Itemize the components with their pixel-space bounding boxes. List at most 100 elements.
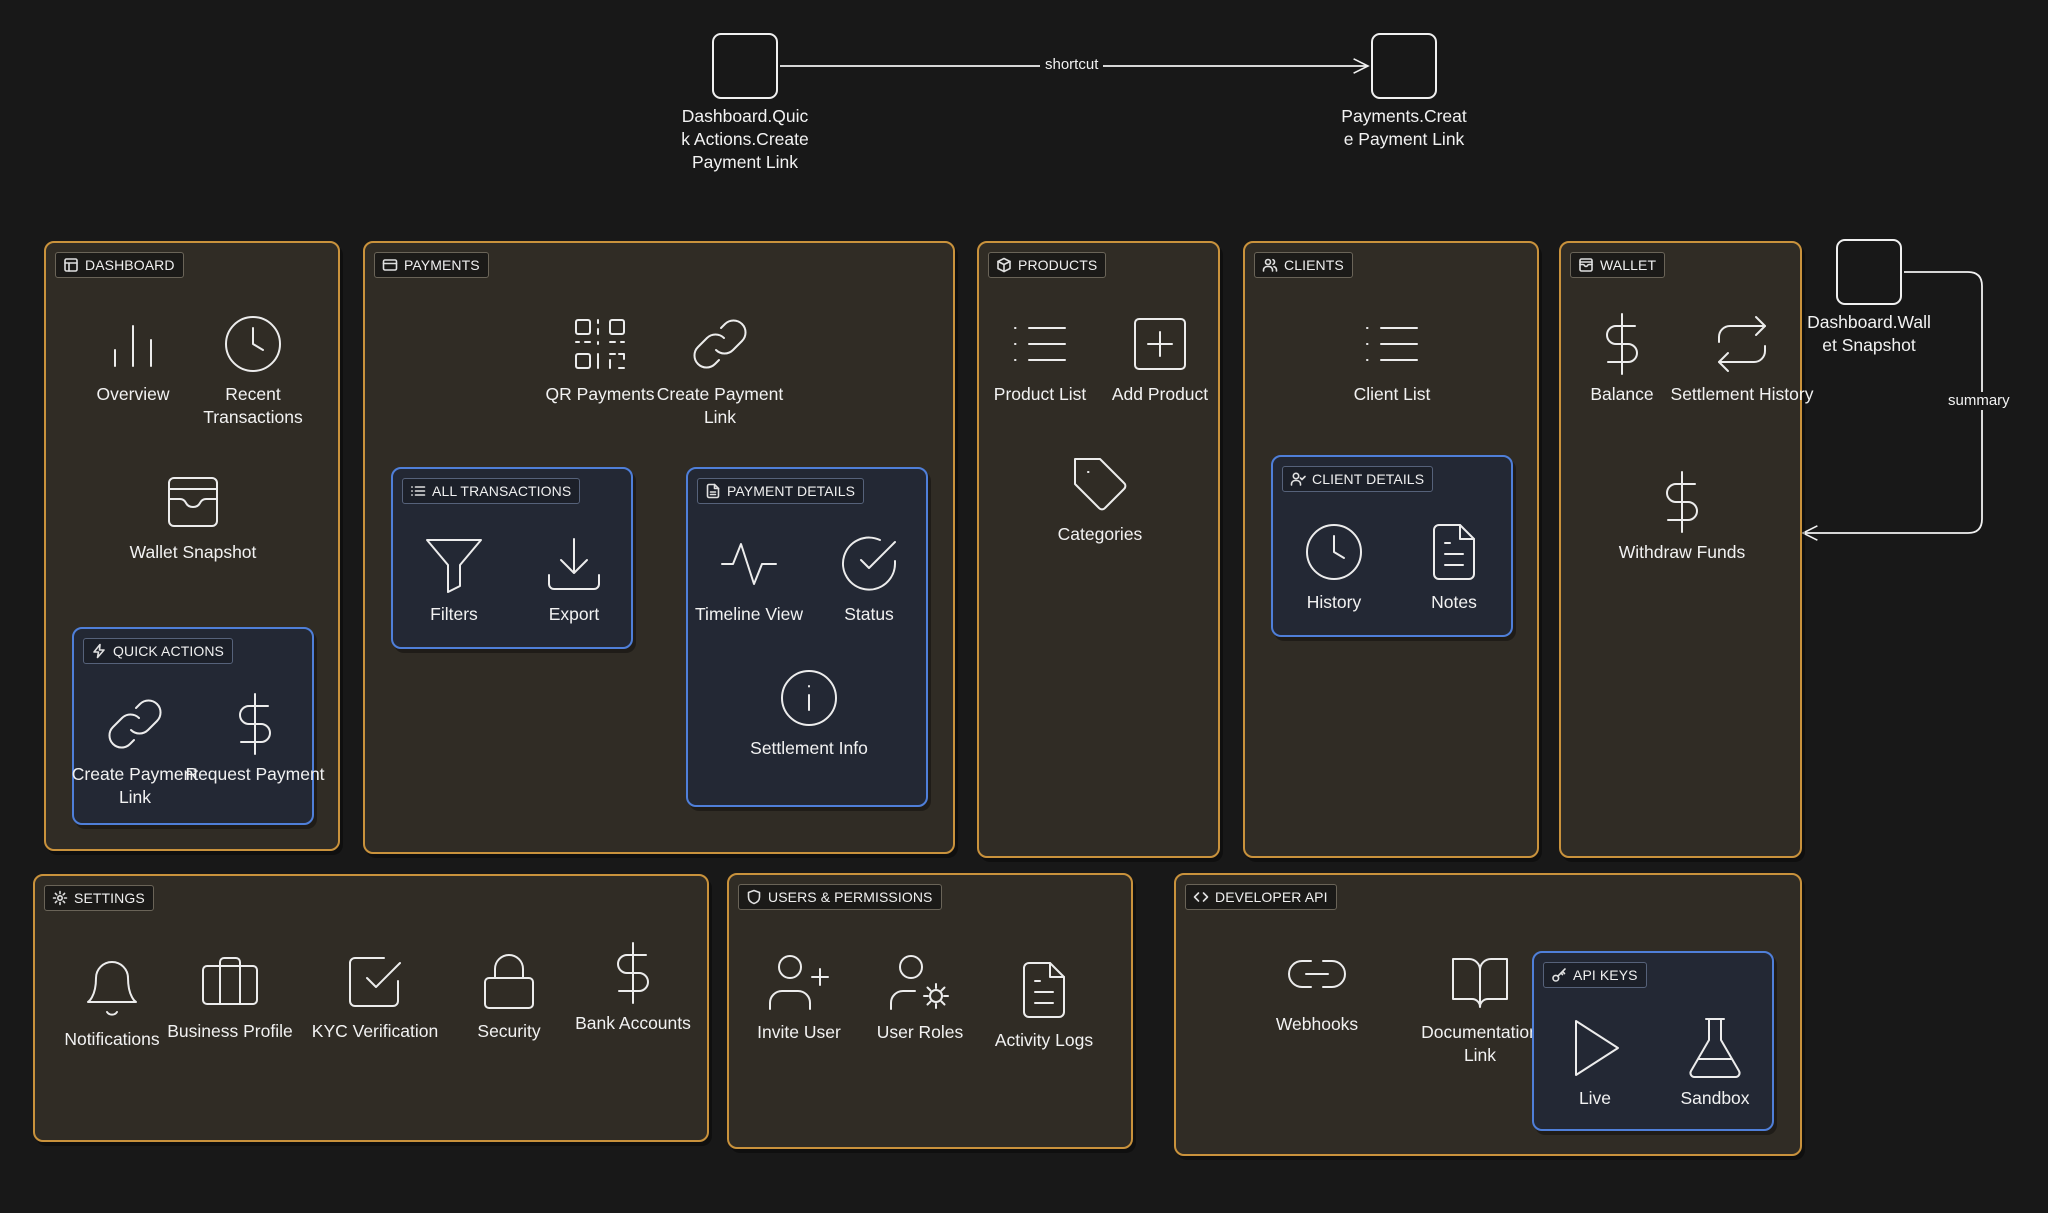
user-check-icon bbox=[1290, 472, 1306, 486]
activity-icon bbox=[721, 543, 777, 585]
group-dashboard[interactable]: DASHBOARD Overview Recent Transactions W… bbox=[44, 241, 340, 851]
filter-icon bbox=[426, 539, 482, 593]
edge-label-summary: summary bbox=[1943, 392, 2015, 410]
group-label-clients: CLIENTS bbox=[1254, 252, 1353, 278]
node-sandbox[interactable]: Sandbox bbox=[1640, 1015, 1790, 1110]
group-wallet[interactable]: WALLET Balance Settlement History Withdr… bbox=[1559, 241, 1813, 858]
dollar-icon bbox=[1666, 471, 1698, 533]
group-quick-actions[interactable]: QUICK ACTIONS Create Payment Link Reques… bbox=[72, 627, 325, 825]
lightning-icon bbox=[93, 643, 105, 659]
node-categories[interactable]: Categories bbox=[1025, 451, 1175, 546]
link-icon bbox=[1288, 960, 1346, 988]
list-icon bbox=[411, 486, 426, 496]
bell-icon bbox=[87, 961, 137, 1016]
group-label-dashboard: DASHBOARD bbox=[55, 252, 184, 278]
node-kyc-verification[interactable]: KYC Verification bbox=[300, 948, 450, 1043]
plus-square-icon bbox=[1134, 318, 1186, 370]
qr-code-icon bbox=[575, 319, 625, 369]
bar-chart-icon bbox=[114, 325, 152, 367]
card-icon bbox=[382, 259, 398, 271]
node-notes[interactable]: Notes bbox=[1379, 519, 1529, 614]
group-api-keys[interactable]: API KEYS Live Sandbox bbox=[1532, 951, 1774, 1131]
group-products[interactable]: PRODUCTS Product List Add Product Catego… bbox=[977, 241, 1220, 858]
code-icon bbox=[1193, 892, 1209, 902]
group-payment-details[interactable]: PAYMENT DETAILS Timeline View Status Set… bbox=[686, 467, 928, 807]
ref-wallet-snapshot-node[interactable]: Dashboard.Wallet Snapshot bbox=[1804, 239, 1934, 357]
group-clients[interactable]: CLIENTS Client List CLIENT DETAILS Histo… bbox=[1243, 241, 1539, 858]
ref-square-icon bbox=[1371, 33, 1437, 99]
group-label-quick-actions: QUICK ACTIONS bbox=[83, 638, 233, 664]
lock-icon bbox=[484, 954, 534, 1009]
node-settlement-history[interactable]: Settlement History bbox=[1667, 311, 1817, 406]
document-icon bbox=[706, 483, 720, 499]
box-icon bbox=[997, 257, 1011, 273]
link-icon bbox=[108, 699, 162, 749]
group-all-transactions[interactable]: ALL TRANSACTIONS Filters Export bbox=[391, 467, 633, 649]
group-label-products: PRODUCTS bbox=[988, 252, 1107, 278]
node-wallet-snapshot[interactable]: Wallet Snapshot bbox=[118, 469, 268, 564]
user-plus-icon bbox=[769, 955, 829, 1010]
node-activity-logs[interactable]: Activity Logs bbox=[969, 957, 1119, 1052]
key-icon bbox=[1552, 968, 1566, 982]
user-cog-icon bbox=[890, 955, 949, 1010]
check-circle-icon bbox=[842, 536, 896, 591]
link-icon bbox=[693, 319, 747, 369]
group-label-wallet: WALLET bbox=[1570, 252, 1666, 278]
list-icon bbox=[1366, 327, 1418, 361]
ref-quick-create-node[interactable]: Dashboard.Quick Actions.Create Payment L… bbox=[680, 33, 810, 174]
node-request-payment[interactable]: Request Payment bbox=[180, 691, 330, 786]
gear-icon bbox=[52, 890, 68, 906]
wallet-icon bbox=[1579, 258, 1593, 272]
node-create-payment-link[interactable]: Create Payment Link bbox=[645, 311, 795, 429]
check-square-icon bbox=[349, 957, 401, 1007]
group-label-client-details: CLIENT DETAILS bbox=[1282, 466, 1434, 492]
file-text-icon bbox=[1023, 962, 1065, 1018]
ref-payments-create-node[interactable]: Payments.Create Payment Link bbox=[1339, 33, 1469, 151]
download-icon bbox=[548, 538, 600, 590]
ref-label: Dashboard.Quick Actions.Create Payment L… bbox=[681, 106, 809, 172]
dollar-icon bbox=[617, 942, 649, 1004]
group-payments[interactable]: PAYMENTS QR Payments Create Payment Link… bbox=[363, 241, 955, 854]
edge-label-shortcut: shortcut bbox=[1040, 56, 1104, 74]
node-withdraw-funds[interactable]: Withdraw Funds bbox=[1607, 469, 1757, 564]
layout-icon bbox=[64, 258, 78, 272]
clock-icon bbox=[225, 316, 281, 372]
node-add-product[interactable]: Add Product bbox=[1085, 311, 1235, 406]
node-settlement-info[interactable]: Settlement Info bbox=[734, 665, 884, 760]
tag-icon bbox=[1074, 458, 1127, 511]
diagram-canvas: shortcut summary Dashboard.Quick Actions… bbox=[0, 0, 2048, 1213]
dollar-icon bbox=[1606, 313, 1638, 375]
group-users-permissions[interactable]: USERS & PERMISSIONS Invite User User Rol… bbox=[727, 873, 1133, 1149]
wallet-icon bbox=[168, 477, 218, 527]
node-business-profile[interactable]: Business Profile bbox=[155, 948, 305, 1043]
flask-icon bbox=[1689, 1018, 1741, 1079]
node-export[interactable]: Export bbox=[499, 531, 649, 626]
group-developer-api[interactable]: DEVELOPER API Webhooks Documentation Lin… bbox=[1174, 873, 1802, 1156]
node-recent-transactions[interactable]: Recent Transactions bbox=[178, 311, 328, 429]
ref-square-icon bbox=[712, 33, 778, 99]
group-label-all-transactions: ALL TRANSACTIONS bbox=[402, 478, 581, 504]
group-label-api-keys: API KEYS bbox=[1543, 962, 1647, 988]
node-client-list[interactable]: Client List bbox=[1317, 311, 1467, 406]
ref-label: Payments.Create Payment Link bbox=[1341, 106, 1467, 149]
ref-label: Dashboard.Wallet Snapshot bbox=[1807, 312, 1931, 355]
ref-square-icon bbox=[1836, 239, 1902, 305]
file-text-icon bbox=[1433, 524, 1475, 580]
node-bank-accounts[interactable]: Bank Accounts bbox=[558, 940, 708, 1035]
group-settings[interactable]: SETTINGS Notifications Business Profile … bbox=[33, 874, 709, 1142]
node-webhooks[interactable]: Webhooks bbox=[1242, 941, 1392, 1036]
briefcase-icon bbox=[202, 957, 258, 1005]
play-icon bbox=[1575, 1020, 1619, 1076]
list-icon bbox=[1014, 327, 1066, 361]
clock-icon bbox=[1306, 524, 1362, 580]
group-client-details[interactable]: CLIENT DETAILS History Notes bbox=[1271, 455, 1513, 637]
repeat-icon bbox=[1718, 316, 1766, 372]
node-status[interactable]: Status bbox=[794, 531, 944, 626]
group-label-users-permissions: USERS & PERMISSIONS bbox=[738, 884, 942, 910]
group-label-payments: PAYMENTS bbox=[374, 252, 489, 278]
book-open-icon bbox=[1452, 958, 1508, 1008]
users-icon bbox=[1262, 258, 1278, 272]
group-label-settings: SETTINGS bbox=[44, 885, 154, 911]
dollar-icon bbox=[239, 693, 271, 755]
shield-icon bbox=[747, 889, 761, 905]
